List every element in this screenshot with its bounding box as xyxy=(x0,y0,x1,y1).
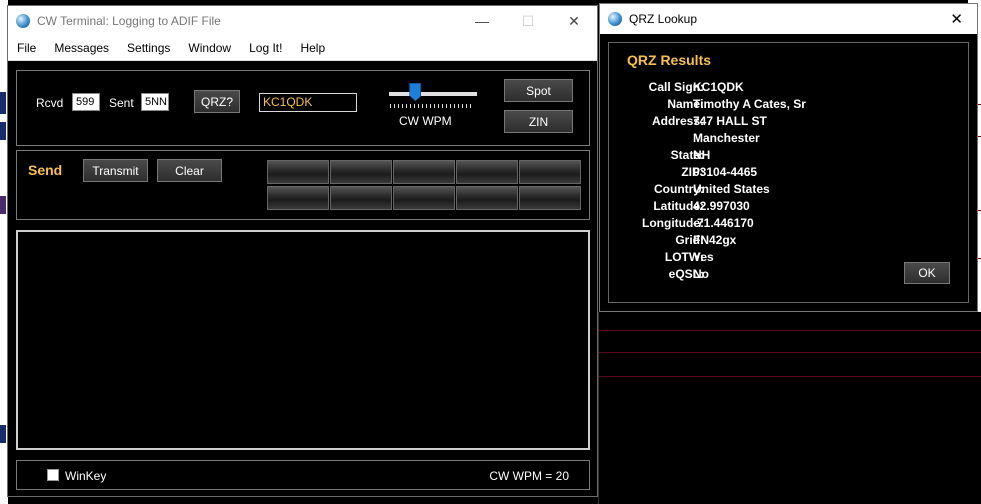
send-panel: Send Transmit Clear xyxy=(16,150,590,220)
background-mark xyxy=(0,196,6,214)
close-icon[interactable]: ✕ xyxy=(950,10,963,28)
send-label: Send xyxy=(28,162,63,178)
qrz-window-title: QRZ Lookup xyxy=(629,12,698,26)
qrz-field-label: Name: xyxy=(667,97,704,111)
qrz-field-label: State: xyxy=(670,148,704,162)
callsign-input[interactable]: KC1QDK xyxy=(259,93,357,112)
qrz-field-label: Country: xyxy=(654,182,704,196)
rcvd-input[interactable]: 599 xyxy=(72,93,100,111)
macro-buttons xyxy=(267,160,581,210)
wpm-slider-track[interactable] xyxy=(389,92,477,96)
title-bar[interactable]: CW Terminal: Logging to ADIF File — ☐ ✕ xyxy=(8,6,597,36)
menu-messages[interactable]: Messages xyxy=(45,41,118,55)
wpm-slider-ticks xyxy=(390,104,474,108)
qrz-field-value: Manchester xyxy=(693,131,760,145)
clear-button[interactable]: Clear xyxy=(157,159,222,182)
window-title: CW Terminal: Logging to ADIF File xyxy=(37,14,221,28)
qrz-field-row: eQSL: No xyxy=(609,267,939,284)
exchange-panel: Rcvd 599 Sent 5NN QRZ? KC1QDK CW WPM Spo… xyxy=(16,70,590,146)
wpm-slider-thumb[interactable] xyxy=(409,83,422,101)
qrz-field-row: Latitude: 42.997030 xyxy=(609,199,939,216)
qrz-field-label: Longitude: xyxy=(642,216,704,230)
wpm-slider-label: CW WPM xyxy=(399,114,452,128)
qrz-field-value: 42.997030 xyxy=(693,199,750,213)
qrz-field-row: Name: Timothy A Cates, Sr xyxy=(609,97,939,114)
sent-input[interactable]: 5NN xyxy=(141,93,169,111)
qrz-field-label: Latitude: xyxy=(653,199,704,213)
macro-button[interactable] xyxy=(330,160,392,184)
qrz-field-row: Longitude: -71.446170 xyxy=(609,216,939,233)
sent-label: Sent xyxy=(109,96,134,110)
qrz-field-row: Call Sign: KC1QDK xyxy=(609,80,939,97)
qrz-field-value: FN42gx xyxy=(693,233,737,247)
qrz-field-row: State: NH xyxy=(609,148,939,165)
qrz-field-row: Grid: FN42gx xyxy=(609,233,939,250)
cw-terminal-window: CW Terminal: Logging to ADIF File — ☐ ✕ … xyxy=(7,5,598,497)
qrz-field-label: ZIP: xyxy=(681,165,704,179)
zin-button[interactable]: ZIN xyxy=(504,110,573,133)
winkey-checkbox[interactable] xyxy=(47,469,59,481)
qrz-field-value: -71.446170 xyxy=(693,216,754,230)
qrz-field-label: eQSL: xyxy=(668,267,704,281)
menu-file[interactable]: File xyxy=(8,41,45,55)
macro-button[interactable] xyxy=(330,186,392,210)
macro-button[interactable] xyxy=(393,160,455,184)
minimize-button[interactable]: — xyxy=(459,6,505,36)
qrz-field-label: Call Sign: xyxy=(648,80,704,94)
macro-button[interactable] xyxy=(519,160,581,184)
status-wpm: CW WPM = 20 xyxy=(489,469,569,483)
menu-help[interactable]: Help xyxy=(291,41,334,55)
qrz-field-label: LOTW: xyxy=(664,250,704,264)
macro-button[interactable] xyxy=(519,186,581,210)
qrz-field-row: Country: United States xyxy=(609,182,939,199)
close-button[interactable]: ✕ xyxy=(551,6,597,36)
qrz-field-value: KC1QDK xyxy=(693,80,744,94)
menu-bar: File Messages Settings Window Log It! He… xyxy=(8,36,597,61)
qrz-field-value: 747 HALL ST xyxy=(693,114,767,128)
qrz-field-value: United States xyxy=(693,182,770,196)
menu-log-it[interactable]: Log It! xyxy=(240,41,291,55)
qrz-field-label: Address: xyxy=(651,114,704,128)
qrz-field-value: NH xyxy=(693,148,711,162)
qrz-field-value: No xyxy=(693,267,709,281)
maximize-button: ☐ xyxy=(521,12,535,29)
qrz-field-row: Address: 747 HALL ST xyxy=(609,114,939,131)
rcvd-label: Rcvd xyxy=(36,96,64,110)
background-mark xyxy=(0,425,6,443)
qrz-field-row: ZIP: 03104-4465 xyxy=(609,165,939,182)
macro-button[interactable] xyxy=(456,160,518,184)
qrz-field-value: Yes xyxy=(693,250,714,264)
qrz-field-value: Timothy A Cates, Sr xyxy=(693,97,806,111)
qrz-title-bar[interactable]: QRZ Lookup ✕ xyxy=(600,4,977,34)
winkey-label: WinKey xyxy=(65,469,107,483)
background-mark xyxy=(0,122,6,140)
background-grid xyxy=(598,312,981,504)
menu-settings[interactable]: Settings xyxy=(118,41,179,55)
app-globe-icon xyxy=(608,12,622,26)
qrz-button[interactable]: QRZ? xyxy=(194,90,240,113)
qrz-heading: QRZ Results xyxy=(627,52,712,68)
app-globe-icon xyxy=(16,14,30,28)
spot-button[interactable]: Spot xyxy=(504,79,573,102)
qrz-field-row: Manchester xyxy=(609,131,939,148)
status-panel: WinKey CW WPM = 20 xyxy=(16,460,590,490)
menu-window[interactable]: Window xyxy=(179,41,240,55)
ok-button[interactable]: OK xyxy=(904,262,950,284)
transmit-button[interactable]: Transmit xyxy=(83,159,148,182)
receive-text-area[interactable] xyxy=(16,230,590,450)
macro-button[interactable] xyxy=(267,186,329,210)
background-mark xyxy=(0,92,6,114)
qrz-field-row: LOTW: Yes xyxy=(609,250,939,267)
macro-button[interactable] xyxy=(393,186,455,210)
macro-button[interactable] xyxy=(456,186,518,210)
qrz-lookup-window: QRZ Lookup ✕ QRZ Results Call Sign: KC1QD… xyxy=(599,3,978,312)
qrz-results-panel: QRZ Results Call Sign: KC1QDK Name: Timothy… xyxy=(608,42,969,303)
qrz-field-value: 03104-4465 xyxy=(693,165,758,179)
qrz-field-label: Grid: xyxy=(675,233,704,247)
macro-button[interactable] xyxy=(267,160,329,184)
